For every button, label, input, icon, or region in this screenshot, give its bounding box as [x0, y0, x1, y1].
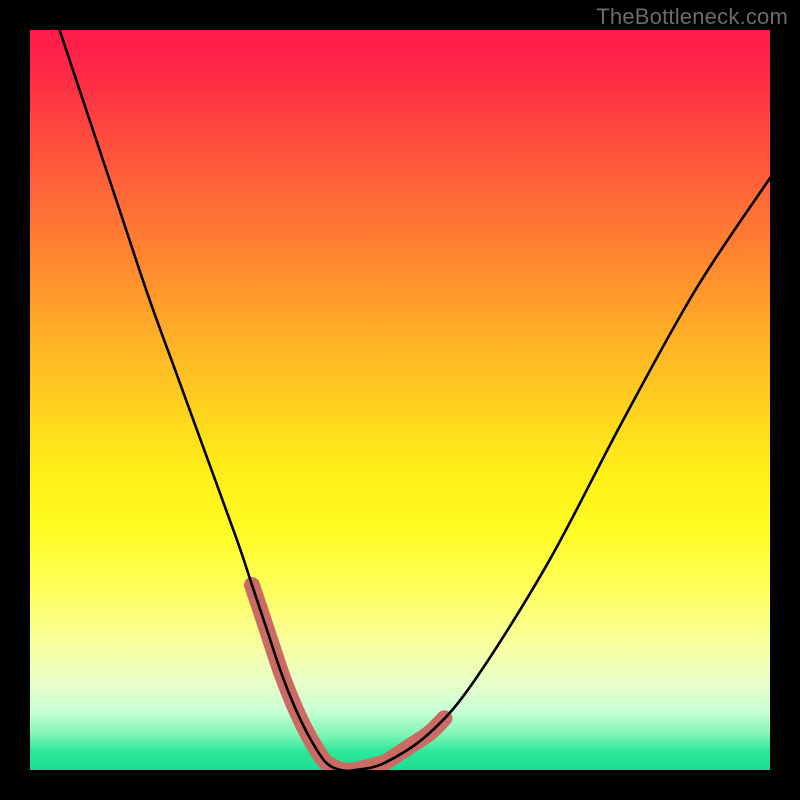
chart-frame: TheBottleneck.com: [0, 0, 800, 800]
bottleneck-curve: [60, 30, 770, 770]
highlight-descending: [252, 585, 341, 770]
watermark-label: TheBottleneck.com: [596, 4, 788, 30]
plot-area: [30, 30, 770, 770]
chart-svg: [30, 30, 770, 770]
highlight-ascending: [385, 718, 444, 762]
